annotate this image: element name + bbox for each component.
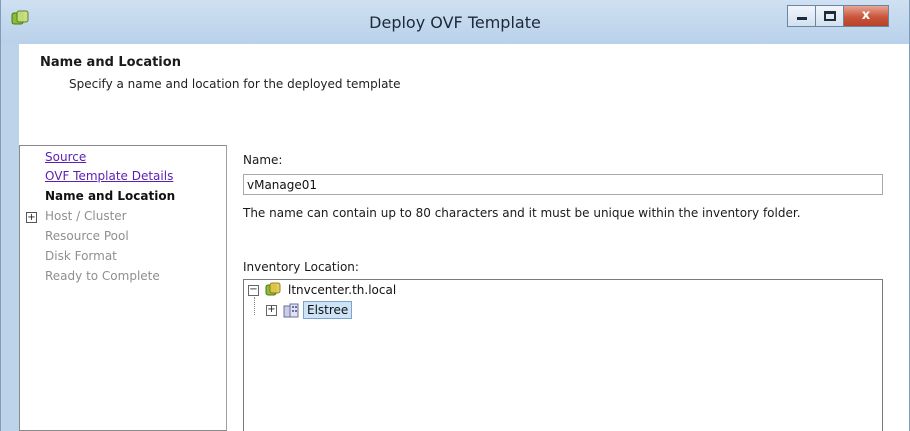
title-bar[interactable]: Deploy OVF Template x (1, 0, 909, 44)
nav-step-host-cluster: Host / Cluster (45, 209, 127, 223)
inventory-tree[interactable]: − ltnvcenter.th.local + Elstree (243, 279, 883, 431)
page-subtitle: Specify a name and location for the depl… (69, 77, 401, 91)
page-title: Name and Location (40, 55, 181, 70)
nav-expand-host-cluster[interactable]: + (26, 212, 37, 223)
window-title: Deploy OVF Template (369, 13, 541, 32)
tree-label-vcenter: ltnvcenter.th.local (288, 283, 397, 297)
name-input[interactable] (243, 174, 883, 195)
close-icon: x (861, 8, 871, 23)
minimize-button[interactable] (787, 5, 815, 27)
close-button[interactable]: x (843, 5, 889, 27)
tree-node-vcenter[interactable]: − ltnvcenter.th.local (248, 281, 399, 299)
minimize-icon (797, 17, 807, 20)
wizard-content: Name: The name can contain up to 80 char… (227, 145, 909, 431)
nav-step-name-and-location: Name and Location (45, 189, 176, 203)
name-label: Name: (243, 153, 283, 167)
nav-step-ready-to-complete: Ready to Complete (45, 269, 160, 283)
maximize-icon (824, 11, 836, 21)
window-controls: x (787, 5, 889, 27)
wizard-steps-nav: Source OVF Template Details Name and Loc… (19, 145, 227, 431)
deploy-ovf-window: Deploy OVF Template x Name and Location … (0, 0, 910, 431)
vcenter-icon (265, 282, 281, 296)
collapse-toggle[interactable]: − (248, 284, 259, 296)
tree-node-datacenter[interactable]: + Elstree (266, 301, 353, 319)
nav-step-ovf-template-details[interactable]: OVF Template Details (45, 169, 173, 183)
expand-toggle[interactable]: + (266, 304, 277, 316)
maximize-button[interactable] (815, 5, 843, 27)
inventory-location-label: Inventory Location: (243, 260, 359, 274)
wizard-header: Name and Location Specify a name and loc… (19, 44, 909, 145)
tree-label-datacenter: Elstree (303, 301, 353, 319)
nav-step-source[interactable]: Source (45, 150, 86, 164)
tree-connector (254, 297, 255, 315)
nav-step-resource-pool: Resource Pool (45, 229, 129, 243)
nav-step-disk-format: Disk Format (45, 249, 117, 263)
datacenter-icon (283, 303, 299, 318)
name-hint: The name can contain up to 80 characters… (243, 206, 801, 220)
